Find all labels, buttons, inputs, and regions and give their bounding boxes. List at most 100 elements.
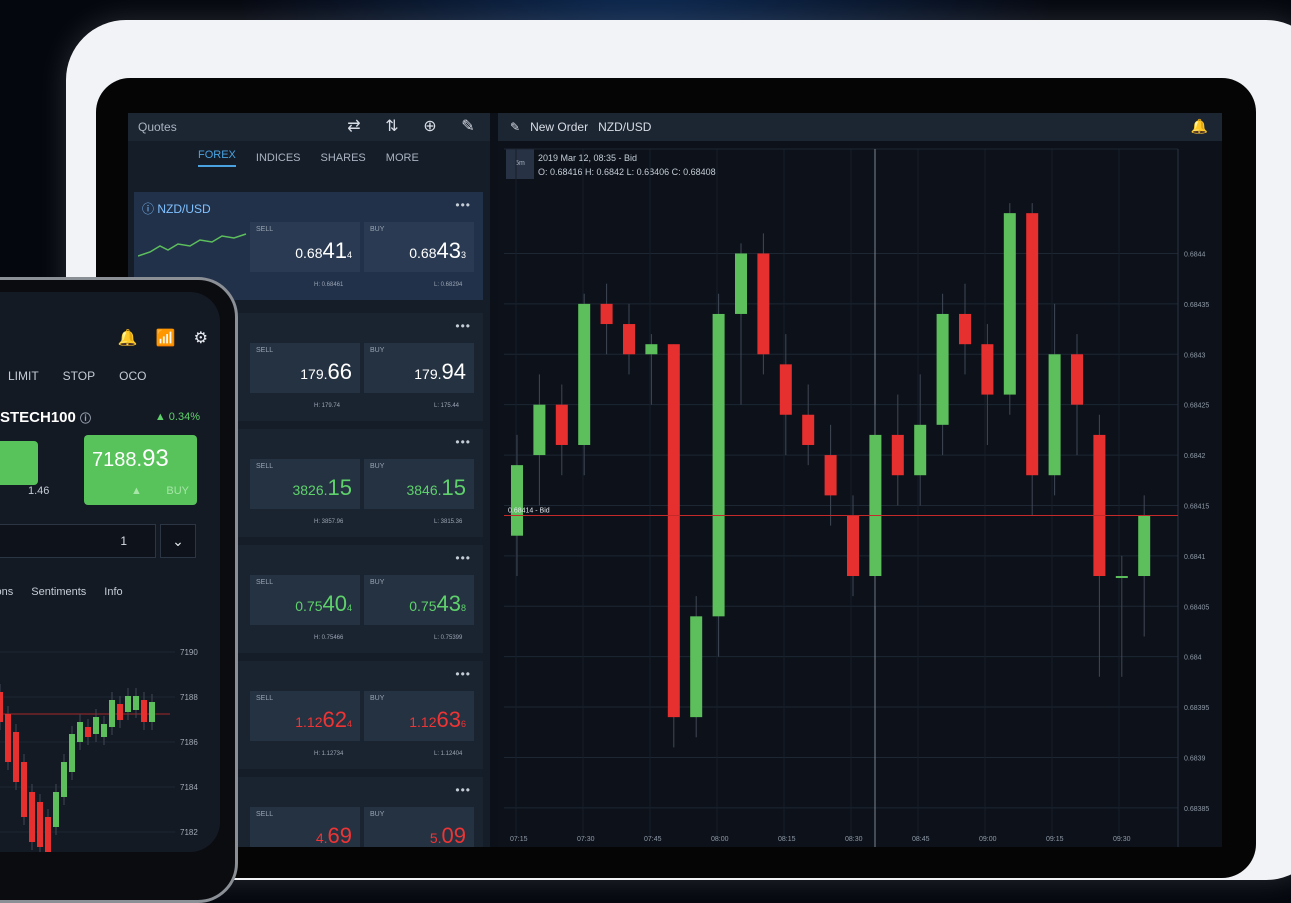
candle-body[interactable]: [869, 434, 882, 577]
tab-limit[interactable]: LIMIT: [8, 369, 39, 383]
add-icon[interactable]: ⊕: [420, 118, 440, 136]
more-options-icon[interactable]: •••: [455, 783, 471, 797]
candle-body[interactable]: [735, 253, 747, 314]
sell-price-box[interactable]: SELL 4.69: [250, 807, 360, 847]
price-tick-label: 0.6841: [1184, 554, 1206, 561]
sort-icon[interactable]: ⇅: [382, 118, 402, 136]
tab-forex[interactable]: FOREX: [198, 149, 236, 167]
signal-icon[interactable]: 📶: [156, 328, 176, 348]
buy-price-box[interactable]: BUY 179.94: [364, 343, 474, 393]
price-tick-label: 0.68385: [1184, 806, 1209, 813]
sell-price-box[interactable]: SELL 3826.15: [250, 459, 360, 509]
buy-price-box[interactable]: BUY 3846.15: [364, 459, 474, 509]
candle-body[interactable]: [779, 364, 792, 415]
time-tick-label: 09:30: [1113, 836, 1131, 843]
tab-stop[interactable]: STOP: [63, 369, 95, 383]
candle-body[interactable]: [578, 303, 591, 445]
chevron-down-icon[interactable]: ⌄: [160, 524, 196, 558]
candle-body[interactable]: [623, 324, 635, 355]
price-change: ▲ 0.34%: [154, 411, 200, 423]
buy-button[interactable]: 7188.93 ▲ BUY: [84, 435, 197, 505]
more-options-icon[interactable]: •••: [455, 435, 471, 449]
info-icon[interactable]: ⓘ: [80, 413, 91, 425]
candle-body[interactable]: [85, 727, 91, 737]
phone-candlestick-chart[interactable]: 7190 7188 7186 7184 7182: [0, 642, 220, 852]
candle-body[interactable]: [600, 303, 613, 325]
candle-body[interactable]: [1048, 354, 1061, 476]
sell-button[interactable]: [0, 441, 38, 485]
bell-icon[interactable]: 🔔: [118, 328, 138, 348]
quantity-field[interactable]: 1: [0, 524, 156, 558]
buy-price-box[interactable]: BUY 0.68433: [364, 222, 474, 272]
sell-price-box[interactable]: SELL 0.68414: [250, 222, 360, 272]
candle-body[interactable]: [1003, 213, 1016, 395]
candle-body[interactable]: [1138, 515, 1151, 577]
candle-body[interactable]: [5, 714, 11, 762]
candle-body[interactable]: [0, 692, 3, 722]
candle-body[interactable]: [1115, 576, 1128, 579]
candle-body[interactable]: [133, 696, 139, 710]
candle-body[interactable]: [1026, 213, 1039, 476]
tab-indices[interactable]: INDICES: [256, 152, 301, 164]
candle-body[interactable]: [981, 344, 994, 395]
tab-oco[interactable]: OCO: [119, 369, 146, 383]
candle-body[interactable]: [914, 424, 927, 476]
candle-body[interactable]: [149, 702, 155, 722]
candle-body[interactable]: [29, 792, 35, 842]
candle-body[interactable]: [690, 616, 703, 718]
buy-price-box[interactable]: BUY 0.75438: [364, 575, 474, 625]
candle-body[interactable]: [21, 762, 27, 817]
sell-label: SELL: [256, 347, 274, 354]
tab-info[interactable]: Info: [104, 586, 122, 598]
more-options-icon[interactable]: •••: [455, 198, 471, 212]
candle-body[interactable]: [93, 717, 99, 734]
candle-body[interactable]: [77, 722, 83, 742]
candle-body[interactable]: [141, 700, 147, 722]
candle-body[interactable]: [125, 696, 131, 712]
price-tick-label: 0.6842: [1184, 453, 1206, 460]
up-arrow-icon: ▲: [131, 485, 142, 497]
settings-icon[interactable]: ⚙: [194, 328, 208, 348]
candlestick-chart[interactable]: 0.6844 0.68435 0.6843 0.68425 0.6842 0.68415 0…: [498, 113, 1222, 847]
candle-body[interactable]: [802, 414, 815, 445]
candle-body[interactable]: [847, 515, 859, 577]
candle-body[interactable]: [117, 704, 123, 720]
more-options-icon[interactable]: •••: [455, 551, 471, 565]
sell-price: 1.12624: [295, 707, 352, 733]
candle-body[interactable]: [645, 344, 658, 355]
swap-icon[interactable]: ⇄: [344, 118, 364, 136]
candle-body[interactable]: [891, 434, 904, 476]
candle-body[interactable]: [555, 404, 568, 445]
candle-body[interactable]: [1093, 434, 1106, 577]
candle-body[interactable]: [1071, 354, 1083, 405]
buy-label: BUY: [370, 226, 385, 233]
candle-body[interactable]: [824, 455, 837, 496]
candle-body[interactable]: [61, 762, 67, 797]
candle-body[interactable]: [757, 253, 770, 355]
candle-body[interactable]: [53, 792, 59, 827]
phone-screen: 🔔 📶 ⚙ LIMIT STOP OCO STECH100 ⓘ ▲ 0.34% …: [0, 292, 220, 852]
more-options-icon[interactable]: •••: [455, 319, 471, 333]
candle-body[interactable]: [533, 404, 546, 456]
buy-price-box[interactable]: BUY 5.09: [364, 807, 474, 847]
candle-body[interactable]: [511, 465, 523, 536]
sell-price-box[interactable]: SELL 179.66: [250, 343, 360, 393]
buy-price-box[interactable]: BUY 1.12636: [364, 691, 474, 741]
candle-body[interactable]: [13, 732, 19, 782]
more-options-icon[interactable]: •••: [455, 667, 471, 681]
sell-price-box[interactable]: SELL 1.12624: [250, 691, 360, 741]
tab-positions[interactable]: tions: [0, 586, 13, 598]
sell-price-box[interactable]: SELL 0.75404: [250, 575, 360, 625]
candle-body[interactable]: [101, 724, 107, 737]
candle-body[interactable]: [69, 734, 75, 772]
candle-body[interactable]: [936, 313, 949, 425]
tab-shares[interactable]: SHARES: [321, 152, 366, 164]
tab-sentiments[interactable]: Sentiments: [31, 586, 86, 598]
candle-body[interactable]: [667, 344, 680, 718]
candle-body[interactable]: [712, 313, 725, 617]
tab-more[interactable]: MORE: [386, 152, 419, 164]
candle-body[interactable]: [959, 313, 971, 345]
edit-icon[interactable]: ✎: [458, 118, 478, 136]
candle-body[interactable]: [37, 802, 43, 847]
candle-body[interactable]: [109, 700, 115, 727]
